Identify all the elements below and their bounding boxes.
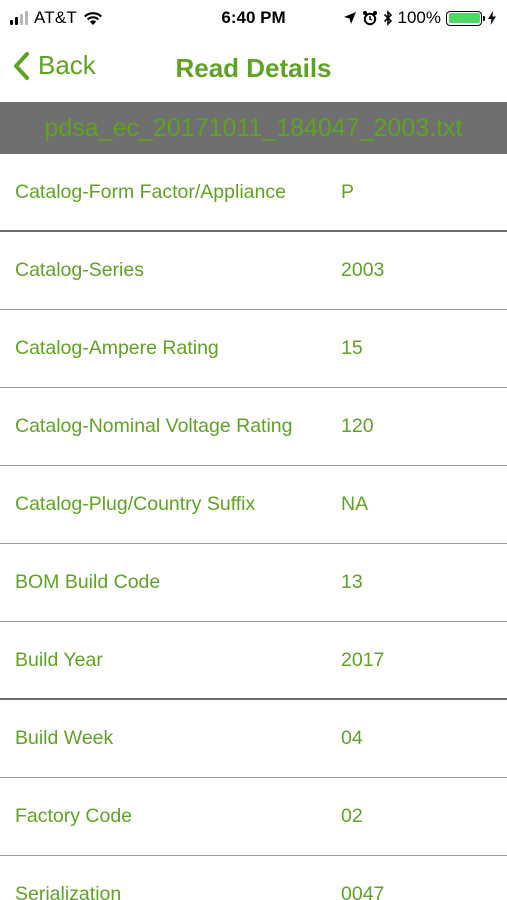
detail-value: 15 <box>341 337 363 359</box>
detail-value: 02 <box>341 805 363 827</box>
detail-label: Build Week <box>15 727 114 749</box>
detail-label: Catalog-Series <box>15 259 144 281</box>
detail-row: Catalog-Series 2003 <box>0 232 507 310</box>
detail-row: Catalog-Ampere Rating 15 <box>0 310 507 388</box>
detail-value: P <box>341 181 355 203</box>
detail-row: Catalog-Nominal Voltage Rating 120 <box>0 388 507 466</box>
detail-label: Factory Code <box>15 805 133 827</box>
detail-value: 0047 <box>341 883 385 900</box>
location-arrow-icon <box>343 12 356 24</box>
detail-value: 04 <box>341 727 363 749</box>
battery-fill <box>448 13 480 23</box>
detail-row: Catalog-Plug/Country Suffix NA <box>0 466 507 544</box>
status-right: 100% <box>343 8 497 28</box>
file-name: pdsa_ec_20171011_184047_2003.txt <box>44 113 463 142</box>
navigation-bar: Back Read Details <box>0 36 507 102</box>
detail-value: 2017 <box>341 649 385 671</box>
detail-row: BOM Build Code 13 <box>0 544 507 622</box>
detail-row: Build Year 2017 <box>0 622 507 700</box>
bluetooth-icon <box>383 10 392 26</box>
battery-percent: 100% <box>397 8 441 27</box>
detail-label: Build Year <box>15 649 103 671</box>
detail-label: Catalog-Plug/Country Suffix <box>15 493 256 515</box>
detail-value: 2003 <box>341 259 385 281</box>
detail-value: NA <box>341 493 369 515</box>
page-title: Read Details <box>175 53 332 83</box>
detail-value: 120 <box>341 415 374 437</box>
charging-bolt-icon <box>488 11 496 25</box>
detail-value: 13 <box>341 571 363 593</box>
detail-label: Catalog-Nominal Voltage Rating <box>15 415 293 437</box>
detail-label: Serialization <box>15 883 122 900</box>
detail-row: Catalog-Form Factor/Appliance P <box>0 154 507 232</box>
detail-row: Serialization 0047 <box>0 856 507 900</box>
detail-row: Factory Code 02 <box>0 778 507 856</box>
detail-label: Catalog-Ampere Rating <box>15 337 219 359</box>
status-bar: AT&T 6:40 PM 100% <box>0 0 507 36</box>
file-name-header: pdsa_ec_20171011_184047_2003.txt <box>0 102 507 154</box>
read-details-screen: AT&T 6:40 PM 100% Back Read Details pdsa… <box>0 0 507 900</box>
detail-row: Build Week 04 <box>0 700 507 778</box>
detail-label: BOM Build Code <box>15 571 161 593</box>
battery-icon <box>446 10 485 26</box>
details-list: Catalog-Form Factor/Appliance P Catalog-… <box>0 154 507 900</box>
detail-label: Catalog-Form Factor/Appliance <box>15 181 286 203</box>
alarm-clock-icon <box>362 11 377 26</box>
